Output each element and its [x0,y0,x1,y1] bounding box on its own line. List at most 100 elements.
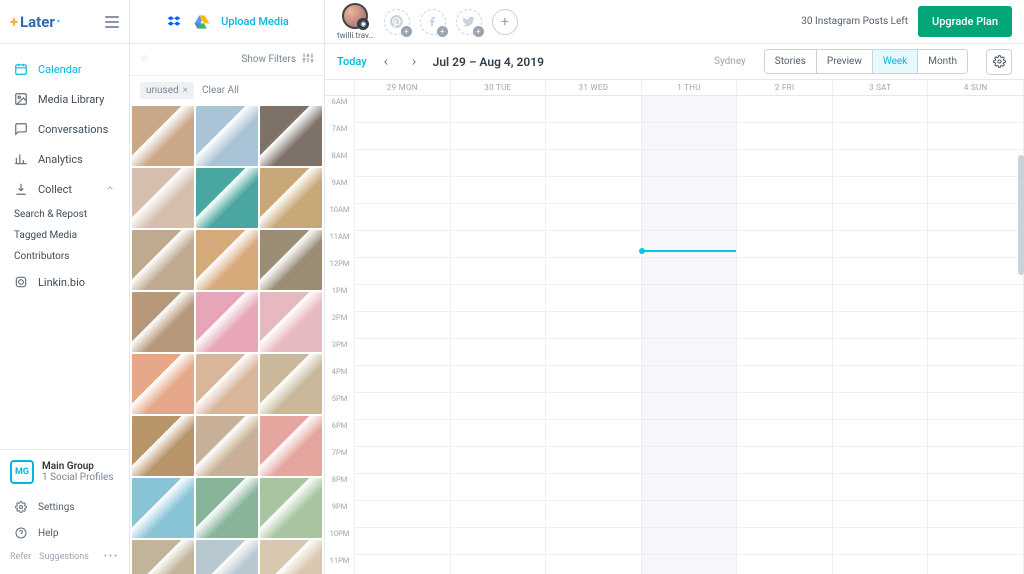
media-thumbnail[interactable] [196,106,258,166]
more-icon[interactable]: ••• [104,552,119,562]
help-link[interactable]: Help [0,520,129,546]
media-thumbnail[interactable] [260,478,322,538]
media-thumbnail[interactable] [132,230,194,290]
clear-all-button[interactable]: Clear All [202,85,239,96]
time-label: 9AM [325,177,354,204]
nav-calendar[interactable]: Calendar [0,54,129,84]
sliders-icon[interactable] [302,52,314,67]
filter-row: ☆ Show Filters [130,44,324,76]
today-button[interactable]: Today [337,55,367,68]
day-column[interactable] [546,96,642,574]
nav-collect[interactable]: Collect [0,174,129,204]
nav-media-library[interactable]: Media Library [0,84,129,114]
media-thumbnail[interactable] [196,540,258,574]
settings-link[interactable]: Settings [0,494,129,520]
next-week-button[interactable] [405,53,423,71]
day-column[interactable] [833,96,929,574]
media-thumbnail[interactable] [196,478,258,538]
group-name: Main Group [42,461,114,472]
current-time-indicator [642,250,737,252]
media-thumbnail[interactable] [132,292,194,352]
day-column[interactable] [737,96,833,574]
days-grid[interactable] [355,96,1024,574]
day-header: 2 FRI [737,80,833,96]
date-range: Jul 29 – Aug 4, 2019 [433,55,544,69]
add-facebook-profile[interactable]: + [420,9,446,35]
upgrade-plan-button[interactable]: Upgrade Plan [918,6,1012,37]
add-pinterest-profile[interactable]: + [384,9,410,35]
show-filters-toggle[interactable]: Show Filters [241,54,296,65]
sidebar: +Later• Calendar Media Library Conversat… [0,0,130,574]
google-drive-icon[interactable] [193,13,211,31]
view-month[interactable]: Month [918,50,967,73]
refer-row: Refer Suggestions ••• [0,546,129,568]
help-icon [14,526,28,540]
media-thumbnail[interactable] [132,478,194,538]
media-panel: Upload Media ☆ Show Filters unused × Cle… [130,0,325,574]
time-label: 9PM [325,501,354,528]
media-thumbnail[interactable] [132,106,194,166]
time-label: 8AM [325,150,354,177]
media-thumbnail[interactable] [260,416,322,476]
media-thumbnail[interactable] [260,106,322,166]
sub-contributors[interactable]: Contributors [0,246,129,267]
media-thumbnail[interactable] [260,230,322,290]
timezone-label[interactable]: Sydney [714,56,746,67]
prev-week-button[interactable] [377,53,395,71]
profile-chip[interactable]: ◉ twilli.trav… [337,3,374,40]
media-thumbnail[interactable] [196,168,258,228]
star-icon[interactable]: ☆ [140,54,149,65]
nav-label: Linkin.bio [38,276,85,289]
media-top: Upload Media [130,0,324,44]
day-column[interactable] [642,96,738,574]
nav-label: Collect [38,183,72,196]
remove-tag-icon[interactable]: × [183,85,188,96]
add-twitter-profile[interactable]: + [456,9,482,35]
day-header: 3 SAT [833,80,929,96]
day-header: 1 THU [642,80,738,96]
media-thumbnail[interactable] [260,168,322,228]
media-thumbnail[interactable] [196,230,258,290]
time-label: 6AM [325,96,354,123]
time-label: 2PM [325,312,354,339]
group-selector[interactable]: MG Main Group 1 Social Profiles [0,450,129,494]
media-thumbnail[interactable] [260,292,322,352]
time-label: 10PM [325,528,354,555]
nav-label: Analytics [38,153,83,166]
add-profile-button[interactable]: + [492,9,518,35]
day-column[interactable] [355,96,451,574]
refer-link[interactable]: Refer [10,552,31,562]
media-thumbnail[interactable] [196,416,258,476]
media-thumbnail[interactable] [132,416,194,476]
sidebar-footer: MG Main Group 1 Social Profiles Settings… [0,449,129,574]
sub-tagged-media[interactable]: Tagged Media [0,225,129,246]
sub-search-repost[interactable]: Search & Repost [0,204,129,225]
day-column[interactable] [928,96,1024,574]
view-week[interactable]: Week [873,50,918,73]
nav-conversations[interactable]: Conversations [0,114,129,144]
time-label: 8PM [325,474,354,501]
upload-media-button[interactable]: Upload Media [221,15,289,28]
day-column[interactable] [451,96,547,574]
view-stories[interactable]: Stories [765,50,817,73]
suggestions-link[interactable]: Suggestions [39,552,89,562]
media-thumbnail[interactable] [132,168,194,228]
scrollbar[interactable] [1018,155,1024,275]
dropbox-icon[interactable] [165,13,183,31]
help-label: Help [38,528,58,539]
calendar-settings-button[interactable] [986,49,1012,75]
group-badge: MG [10,460,34,484]
media-thumbnail[interactable] [196,292,258,352]
view-preview[interactable]: Preview [817,50,873,73]
media-thumbnail[interactable] [196,354,258,414]
link-icon [14,275,28,289]
menu-toggle-icon[interactable] [105,16,119,28]
media-thumbnail[interactable] [132,540,194,574]
image-icon [14,92,28,106]
media-thumbnail[interactable] [260,540,322,574]
nav-label: Calendar [38,63,82,76]
nav-analytics[interactable]: Analytics [0,144,129,174]
media-thumbnail[interactable] [260,354,322,414]
nav-linkinbio[interactable]: Linkin.bio [0,267,129,297]
media-thumbnail[interactable] [132,354,194,414]
